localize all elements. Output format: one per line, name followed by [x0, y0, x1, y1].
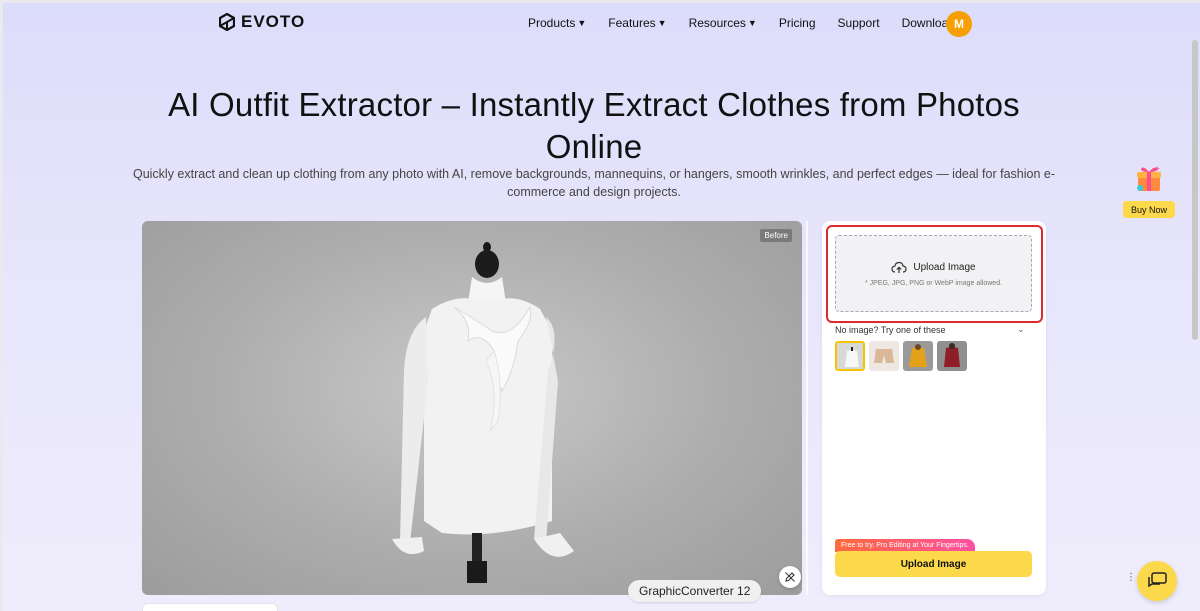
- caret-down-icon: ▼: [577, 18, 587, 28]
- logo-text: EVOTO: [241, 12, 306, 31]
- preview-image[interactable]: Before: [142, 221, 802, 595]
- nav-products[interactable]: Products ▼: [528, 16, 586, 30]
- chat-support-button[interactable]: [1137, 561, 1177, 601]
- nav-pricing[interactable]: Pricing: [779, 16, 816, 30]
- edit-pencil-icon: [785, 572, 795, 582]
- compare-divider[interactable]: [806, 221, 808, 595]
- caret-down-icon: ▼: [657, 18, 667, 28]
- chat-bubble-icon: [1148, 572, 1167, 588]
- cloud-upload-icon: [891, 261, 907, 273]
- upload-image-button[interactable]: Upload Image: [835, 551, 1032, 577]
- window-frame-top: [0, 0, 1200, 3]
- nav-support-label: Support: [837, 16, 880, 30]
- nav-resources-label: Resources: [688, 16, 746, 30]
- nav-features[interactable]: Features ▼: [608, 16, 666, 30]
- sample-images-label: No image? Try one of these: [835, 325, 946, 335]
- main-nav: Products ▼ Features ▼ Resources ▼ Pricing S…: [528, 16, 955, 30]
- edit-image-button[interactable]: [779, 566, 801, 588]
- blouse-on-mannequin-image: [392, 242, 574, 583]
- red-blazer-thumbnail: [937, 341, 967, 371]
- nav-products-label: Products: [528, 16, 576, 30]
- white-blouse-thumbnail: [837, 343, 863, 369]
- scrollbar-thumb[interactable]: [1192, 40, 1198, 340]
- gift-box-icon[interactable]: [1133, 163, 1165, 195]
- buy-now-button[interactable]: Buy Now: [1123, 201, 1175, 218]
- page-subtitle: Quickly extract and clean up clothing fr…: [132, 167, 1056, 199]
- app-tooltip: GraphicConverter 12: [628, 580, 762, 602]
- window-frame-left: [0, 0, 3, 611]
- upload-row: Upload Image: [836, 261, 1031, 274]
- before-badge: Before: [760, 229, 792, 242]
- yellow-jacket-thumbnail: [903, 341, 933, 371]
- page-title: AI Outfit Extractor – Instantly Extract …: [168, 86, 1020, 165]
- sample-yellow-jacket[interactable]: [903, 341, 933, 371]
- sample-red-blazer[interactable]: [937, 341, 967, 371]
- caret-down-icon: ▼: [747, 18, 757, 28]
- chevron-down-icon[interactable]: ⌄: [1017, 324, 1025, 335]
- nav-features-label: Features: [608, 16, 656, 30]
- nav-pricing-label: Pricing: [778, 16, 816, 30]
- evoto-logo[interactable]: EVOTO: [219, 12, 305, 32]
- sample-images: [835, 341, 967, 371]
- thumbnail-strip: [142, 603, 278, 611]
- beige-shorts-thumbnail: [869, 341, 899, 371]
- nav-support[interactable]: Support: [838, 16, 880, 30]
- sample-white-blouse[interactable]: [835, 341, 865, 371]
- sample-beige-shorts[interactable]: [869, 341, 899, 371]
- user-avatar[interactable]: M: [946, 11, 972, 37]
- upload-dropzone[interactable]: Upload Image * JPEG, JPG, PNG or WebP im…: [835, 235, 1032, 312]
- upload-format-note: * JPEG, JPG, PNG or WebP image allowed.: [864, 280, 1003, 287]
- nav-resources[interactable]: Resources ▼: [689, 16, 757, 30]
- evoto-logo-icon: [219, 13, 235, 31]
- upload-label: Upload Image: [913, 262, 976, 273]
